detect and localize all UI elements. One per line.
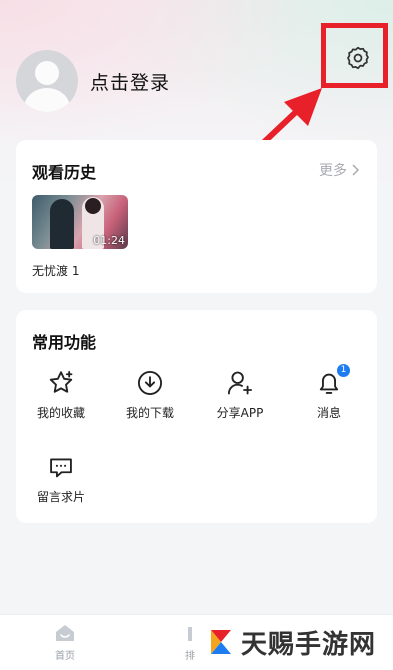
downloads-button[interactable]: 我的下载	[110, 368, 190, 421]
downloads-label: 我的下载	[125, 406, 174, 420]
thumbnail-figure-head	[85, 198, 101, 214]
chevron-right-icon	[352, 164, 359, 176]
favorites-button[interactable]: 我的收藏	[21, 368, 101, 421]
login-link[interactable]: 点击登录	[90, 68, 170, 95]
avatar[interactable]	[16, 50, 78, 112]
message-icon	[50, 458, 72, 478]
request-movie-button[interactable]: 留言求片	[21, 452, 101, 505]
favorites-label: 我的收藏	[36, 406, 85, 420]
share-app-label: 分享APP	[216, 406, 264, 420]
download-icon	[137, 370, 163, 396]
watermark-logo-icon	[211, 630, 231, 654]
avatar-body	[24, 88, 70, 112]
star-icon	[49, 370, 73, 393]
add-user-icon	[227, 371, 253, 395]
avatar-head	[35, 61, 59, 85]
thumbnail-figure	[50, 199, 74, 249]
share-app-button[interactable]: 分享APP	[200, 368, 280, 421]
tab-home[interactable]: 首页	[35, 623, 95, 662]
history-more-link[interactable]: 更多	[319, 160, 359, 180]
history-title: 观看历史	[32, 163, 97, 182]
functions-title: 常用功能	[32, 333, 97, 352]
watermark: 天赐手游网	[205, 622, 391, 662]
rank-icon	[188, 627, 192, 641]
messages-button[interactable]: 1 消息	[289, 364, 369, 421]
watermark-text: 天赐手游网	[241, 629, 377, 660]
messages-label: 消息	[316, 406, 341, 420]
notification-badge: 1	[337, 364, 350, 377]
video-duration: 01:24	[93, 234, 125, 247]
common-functions-card: 常用功能 我的收藏 我的下载 分享APP 1 消息 留言求片	[16, 310, 377, 523]
history-thumbnail[interactable]: 01:24	[32, 195, 128, 249]
more-label: 更多	[319, 163, 347, 179]
request-movie-label: 留言求片	[36, 490, 85, 504]
home-icon	[56, 625, 74, 641]
history-item-title[interactable]: 无忧渡 1	[32, 262, 79, 279]
watch-history-card: 观看历史 更多 01:24 无忧渡 1	[16, 140, 377, 293]
tab-home-label: 首页	[55, 651, 75, 662]
highlight-box	[321, 23, 388, 88]
